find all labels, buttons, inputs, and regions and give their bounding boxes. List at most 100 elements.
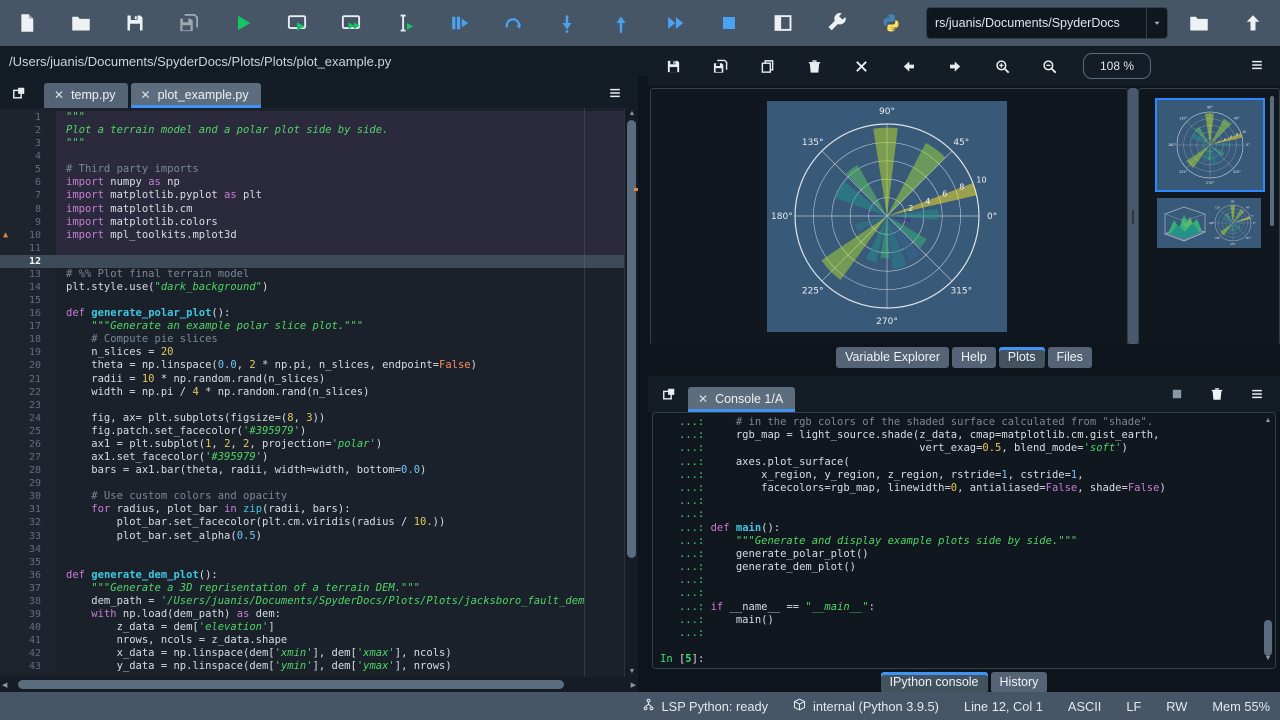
browse-working-directory-icon[interactable] — [1172, 0, 1226, 46]
chevron-down-icon[interactable] — [1146, 8, 1167, 38]
editor-line[interactable]: 23 — [0, 399, 638, 412]
console-vertical-scrollbar[interactable]: ▲ ▼ — [1262, 416, 1274, 664]
editor-line[interactable]: 26 ax1 = plt.subplot(1, 2, 2, projection… — [0, 438, 638, 451]
editor-line[interactable]: 10▲import mpl_toolkits.mplot3d — [0, 229, 638, 242]
debug-step-out-icon[interactable] — [594, 0, 648, 46]
editor-line[interactable]: 34 — [0, 543, 638, 556]
editor-line[interactable]: 17 """Generate an example polar slice pl… — [0, 320, 638, 333]
undock-icon[interactable] — [8, 83, 30, 103]
tab-plots[interactable]: Plots — [999, 347, 1045, 368]
new-file-icon[interactable] — [0, 0, 54, 46]
code-editor[interactable]: 1"""2Plot a terrain model and a polar pl… — [0, 108, 638, 678]
debug-step-over-icon[interactable] — [486, 0, 540, 46]
scroll-right-arrow[interactable]: ▶ — [631, 681, 636, 691]
editor-line[interactable]: 25 fig.patch.set_facecolor('#395979') — [0, 425, 638, 438]
close-icon[interactable]: ✕ — [698, 392, 708, 406]
remove-all-variables-icon[interactable] — [1206, 384, 1228, 404]
save-all-plots-icon[interactable] — [697, 46, 744, 86]
editor-line[interactable]: 9import matplotlib.colors — [0, 216, 638, 229]
save-icon[interactable] — [108, 0, 162, 46]
editor-line[interactable]: 40 z_data = dem['elevation'] — [0, 621, 638, 634]
preferences-icon[interactable] — [810, 0, 864, 46]
tab-ipython-console[interactable]: IPython console — [881, 672, 988, 693]
remove-plot-icon[interactable] — [791, 46, 838, 86]
plots-splitter-handle[interactable] — [1128, 88, 1138, 345]
editor-line[interactable]: 22 width = np.pi / 4 * np.random.rand(n_… — [0, 386, 638, 399]
tab-temp-py[interactable]: ✕ temp.py — [44, 83, 128, 108]
tab-files[interactable]: Files — [1048, 347, 1092, 368]
editor-line[interactable]: 38 dem_path = '/Users/juanis/Documents/S… — [0, 595, 638, 608]
python-interpreter-icon[interactable] — [864, 0, 918, 46]
editor-line[interactable]: 21 radii = 10 * np.random.rand(n_slices) — [0, 373, 638, 386]
scrollbar-thumb[interactable] — [18, 680, 564, 689]
editor-line[interactable]: 6import numpy as np — [0, 176, 638, 189]
editor-line[interactable]: 27 ax1.set_facecolor('#395979') — [0, 451, 638, 464]
previous-plot-icon[interactable] — [885, 46, 932, 86]
tab-console-1a[interactable]: ✕ Console 1/A — [688, 387, 795, 412]
parent-directory-icon[interactable] — [1226, 0, 1280, 46]
next-plot-icon[interactable] — [932, 46, 979, 86]
editor-line[interactable]: 11 — [0, 242, 638, 255]
save-plot-icon[interactable] — [650, 46, 697, 86]
working-directory-value[interactable]: rs/juanis/Documents/SpyderDocs — [927, 16, 1146, 30]
editor-line[interactable]: 15 — [0, 294, 638, 307]
scrollbar-thumb[interactable] — [627, 120, 636, 558]
editor-line[interactable]: 7import matplotlib.pyplot as plt — [0, 189, 638, 202]
editor-line[interactable]: 39 with np.load(dem_path) as dem: — [0, 608, 638, 621]
editor-line[interactable]: 35 — [0, 556, 638, 569]
editor-line[interactable]: 8import matplotlib.cm — [0, 203, 638, 216]
tab-history[interactable]: History — [991, 672, 1048, 693]
polar-plot-figure[interactable]: 0°45°90°135°180°225°270°315°246810 — [651, 89, 1127, 344]
remove-all-plots-icon[interactable] — [838, 46, 885, 86]
close-icon[interactable]: ✕ — [141, 88, 151, 102]
working-directory-combobox[interactable]: rs/juanis/Documents/SpyderDocs — [926, 7, 1168, 39]
console-options-menu-icon[interactable] — [1246, 384, 1268, 404]
editor-line[interactable]: 19 n_slices = 20 — [0, 346, 638, 359]
thumbnails-scrollbar[interactable] — [1270, 96, 1274, 226]
undock-icon[interactable] — [658, 384, 680, 404]
editor-line[interactable]: 5# Third party imports — [0, 163, 638, 176]
editor-line[interactable]: 41 nrows, ncols = z_data.shape — [0, 634, 638, 647]
interpreter-status[interactable]: internal (Python 3.9.5) — [793, 698, 939, 714]
tab-plot-example-py[interactable]: ✕ plot_example.py — [131, 83, 261, 108]
editor-line[interactable]: 33 plot_bar.set_alpha(0.5) — [0, 530, 638, 543]
scroll-down-arrow[interactable]: ▼ — [625, 667, 638, 677]
maximize-pane-icon[interactable] — [756, 0, 810, 46]
dem-and-polar-thumbnail[interactable]: 0°45°90°135°180°225°270°315°246810 — [1157, 198, 1261, 248]
zoom-out-icon[interactable] — [1026, 46, 1073, 86]
debug-file-icon[interactable] — [432, 0, 486, 46]
editor-horizontal-scrollbar[interactable]: ◀ ▶ — [0, 677, 638, 692]
zoom-in-icon[interactable] — [979, 46, 1026, 86]
scroll-up-arrow[interactable]: ▲ — [1262, 416, 1274, 426]
editor-line[interactable]: 13# %% Plot final terrain model — [0, 268, 638, 281]
editor-line[interactable]: 31 for radius, plot_bar in zip(radii, ba… — [0, 503, 638, 516]
editor-line[interactable]: 14plt.style.use("dark_background") — [0, 281, 638, 294]
close-icon[interactable]: ✕ — [54, 88, 64, 102]
scroll-left-arrow[interactable]: ◀ — [2, 681, 7, 691]
run-cell-icon[interactable] — [270, 0, 324, 46]
editor-line[interactable]: 29 — [0, 477, 638, 490]
editor-line[interactable]: 18 # Compute pie slices — [0, 333, 638, 346]
scroll-down-arrow[interactable]: ▼ — [1262, 654, 1274, 664]
editor-line[interactable]: 2Plot a terrain model and a polar plot s… — [0, 124, 638, 137]
open-file-icon[interactable] — [54, 0, 108, 46]
editor-line[interactable]: 3""" — [0, 137, 638, 150]
editor-line[interactable]: 16def generate_polar_plot(): — [0, 307, 638, 320]
save-all-icon[interactable] — [162, 0, 216, 46]
interrupt-kernel-icon[interactable] — [1166, 384, 1188, 404]
editor-line[interactable]: 43 y_data = np.linspace(dem['ymin'], dem… — [0, 660, 638, 673]
ipython-console[interactable]: ...: # in the rgb colors of the shaded s… — [652, 412, 1276, 669]
editor-line[interactable]: 24 fig, ax= plt.subplots(figsize=(8, 3)) — [0, 412, 638, 425]
editor-line[interactable]: 12 — [0, 255, 638, 268]
tab-variable-explorer[interactable]: Variable Explorer — [836, 347, 949, 368]
editor-vertical-scrollbar[interactable]: ▲ ▼ — [624, 108, 638, 678]
run-cell-advance-icon[interactable] — [324, 0, 378, 46]
scroll-up-arrow[interactable]: ▲ — [625, 109, 638, 119]
run-file-icon[interactable] — [216, 0, 270, 46]
editor-line[interactable]: 42 x_data = np.linspace(dem['xmin'], dem… — [0, 647, 638, 660]
copy-plot-icon[interactable] — [744, 46, 791, 86]
polar-plot-thumbnail[interactable]: 0°45°90°135°180°225°270°315°246810 — [1155, 98, 1265, 192]
editor-line[interactable]: 1""" — [0, 111, 638, 124]
editor-options-menu-icon[interactable] — [604, 83, 626, 103]
editor-line[interactable]: 20 theta = np.linspace(0.0, 2 * np.pi, n… — [0, 359, 638, 372]
